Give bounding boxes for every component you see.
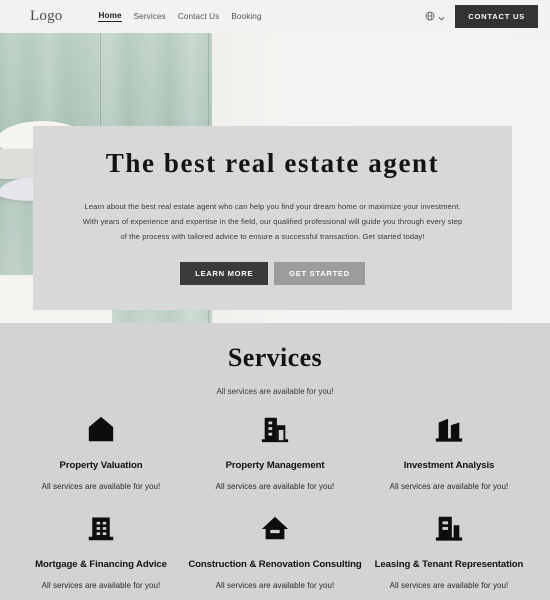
service-name: Mortgage & Financing Advice <box>35 558 167 570</box>
service-description: All services are available for you! <box>41 580 161 590</box>
service-card-construction-renovation-consulting[interactable]: Construction & Renovation Consulting All… <box>188 509 362 590</box>
chevron-down-icon <box>438 8 445 26</box>
services-grid: Property Valuation All services are avai… <box>0 410 550 590</box>
building-tower-icon <box>362 509 536 547</box>
hero-card: The best real estate agent Learn about t… <box>33 126 512 310</box>
hero-button-group: LEARN MORE GET STARTED <box>75 262 470 286</box>
globe-icon <box>425 8 435 26</box>
service-description: All services are available for you! <box>215 481 335 491</box>
apartment-icon <box>14 509 188 547</box>
service-description: All services are available for you! <box>389 481 509 491</box>
service-name: Leasing & Tenant Representation <box>374 558 524 570</box>
two-towers-icon <box>362 410 536 448</box>
nav-item-home[interactable]: Home <box>98 11 122 22</box>
header-actions: CONTACT US <box>425 5 538 28</box>
language-selector[interactable] <box>425 8 445 26</box>
service-card-property-management[interactable]: Property Management All services are ava… <box>188 410 362 491</box>
service-description: All services are available for you! <box>41 481 161 491</box>
service-description: All services are available for you! <box>389 580 509 590</box>
office-building-icon <box>188 410 362 448</box>
house-icon <box>14 410 188 448</box>
logo[interactable]: Logo <box>30 8 62 25</box>
hero-section: The best real estate agent Learn about t… <box>0 33 550 323</box>
nav-item-booking[interactable]: Booking <box>231 12 261 21</box>
services-subtitle: All services are available for you! <box>216 387 334 396</box>
site-header: Logo Home Services Contact Us Booking CO… <box>0 0 550 33</box>
main-navigation: Home Services Contact Us Booking <box>98 11 262 22</box>
house-slot-icon <box>188 509 362 547</box>
service-description: All services are available for you! <box>215 580 335 590</box>
service-card-property-valuation[interactable]: Property Valuation All services are avai… <box>14 410 188 491</box>
service-card-investment-analysis[interactable]: Investment Analysis All services are ava… <box>362 410 536 491</box>
nav-item-contact-us[interactable]: Contact Us <box>178 12 220 21</box>
service-name: Investment Analysis <box>403 460 495 471</box>
services-section: Services All services are available for … <box>0 323 550 600</box>
service-card-leasing-tenant-representation[interactable]: Leasing & Tenant Representation All serv… <box>362 509 536 590</box>
get-started-button[interactable]: GET STARTED <box>274 262 365 286</box>
service-name: Property Valuation <box>59 460 143 471</box>
hero-title: The best real estate agent <box>105 148 440 178</box>
learn-more-button[interactable]: LEARN MORE <box>180 262 269 286</box>
contact-us-button[interactable]: CONTACT US <box>455 5 538 28</box>
services-title: Services <box>227 343 323 372</box>
service-card-mortgage-financing-advice[interactable]: Mortgage & Financing Advice All services… <box>14 509 188 590</box>
service-name: Construction & Renovation Consulting <box>188 558 362 570</box>
service-name: Property Management <box>225 460 325 471</box>
hero-paragraph: Learn about the best real estate agent w… <box>82 202 463 241</box>
nav-item-services[interactable]: Services <box>134 12 166 21</box>
